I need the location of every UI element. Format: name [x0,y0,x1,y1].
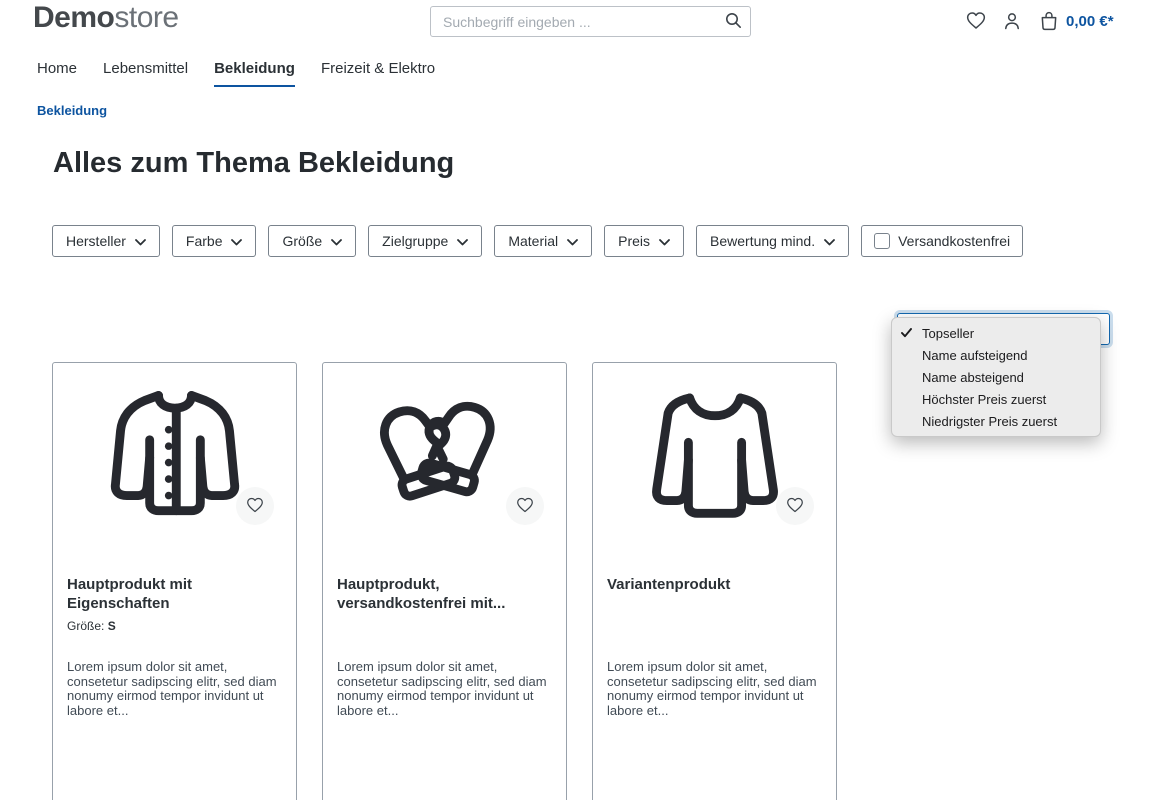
page-title: Alles zum Thema Bekleidung [53,147,454,180]
mittens-icon [369,379,521,536]
product-card[interactable]: Hauptprodukt mit Eigenschaften Größe: S … [52,362,297,800]
sort-option-label: Topseller [922,326,974,341]
wishlist-toggle-button[interactable] [506,487,544,525]
product-variant: Größe: S [67,619,116,633]
heart-icon [516,497,534,516]
shipping-free-checkbox[interactable] [874,233,890,249]
heart-icon [966,11,986,33]
cart-total[interactable]: 0,00 €* [1066,13,1114,30]
product-description: Lorem ipsum dolor sit amet, consetetur s… [67,660,283,718]
chevron-down-icon [135,233,146,249]
nav-item-lebensmittel[interactable]: Lebensmittel [103,60,188,87]
chevron-down-icon [824,233,835,249]
filter-bar: Hersteller Farbe Größe Zielgruppe Materi… [52,225,1023,257]
chevron-down-icon [659,233,670,249]
variant-label: Größe: [67,619,104,633]
shipping-free-label: Versandkostenfrei [898,233,1010,249]
filter-material[interactable]: Material [494,225,592,257]
sort-option-label: Name aufsteigend [922,348,1028,363]
check-icon [901,326,912,341]
wishlist-toggle-button[interactable] [776,487,814,525]
sort-option-label: Niedrigster Preis zuerst [922,414,1057,429]
wishlist-toggle-button[interactable] [236,487,274,525]
product-card[interactable]: Variantenprodukt Lorem ipsum dolor sit a… [592,362,837,800]
filter-label: Zielgruppe [382,233,448,249]
shopping-bag-icon [1039,11,1059,34]
sort-option-price-asc[interactable]: Niedrigster Preis zuerst [892,410,1100,432]
filter-preis[interactable]: Preis [604,225,684,257]
product-title[interactable]: Hauptprodukt, versandkostenfrei mit... [337,575,542,613]
logo-light-part: store [114,1,178,34]
filter-groesse[interactable]: Größe [268,225,356,257]
nav-item-bekleidung[interactable]: Bekleidung [214,60,295,87]
jacket-icon [99,379,251,536]
filter-label: Größe [282,233,322,249]
variant-value: S [108,619,116,633]
chevron-down-icon [567,233,578,249]
user-icon [1002,11,1022,34]
storefront-page: Demostore 0,00 €* Home Lebensmittel Bekl… [0,0,1164,800]
filter-versandkostenfrei[interactable]: Versandkostenfrei [861,225,1023,257]
search-bar [430,6,751,37]
account-button[interactable] [1001,11,1023,33]
filter-label: Bewertung mind. [710,233,815,249]
filter-hersteller[interactable]: Hersteller [52,225,160,257]
product-card[interactable]: Hauptprodukt, versandkostenfrei mit... L… [322,362,567,800]
search-input[interactable] [431,14,716,30]
chevron-down-icon [231,233,242,249]
filter-bewertung[interactable]: Bewertung mind. [696,225,849,257]
search-submit-button[interactable] [716,7,750,36]
sort-option-name-asc[interactable]: Name aufsteigend [892,344,1100,366]
sort-option-price-desc[interactable]: Höchster Preis zuerst [892,388,1100,410]
filter-label: Preis [618,233,650,249]
chevron-down-icon [457,233,468,249]
product-title[interactable]: Variantenprodukt [607,575,812,594]
sort-option-topseller[interactable]: Topseller [892,322,1100,344]
wishlist-button[interactable] [965,11,987,33]
filter-label: Farbe [186,233,223,249]
sort-option-label: Name absteigend [922,370,1024,385]
product-description: Lorem ipsum dolor sit amet, consetetur s… [607,660,823,718]
sort-option-label: Höchster Preis zuerst [922,392,1046,407]
filter-zielgruppe[interactable]: Zielgruppe [368,225,482,257]
sweater-icon [639,379,791,536]
main-navigation: Home Lebensmittel Bekleidung Freizeit & … [37,60,435,87]
chevron-down-icon [331,233,342,249]
product-description: Lorem ipsum dolor sit amet, consetetur s… [337,660,553,718]
filter-farbe[interactable]: Farbe [172,225,257,257]
nav-item-freizeit-elektro[interactable]: Freizeit & Elektro [321,60,435,87]
heart-icon [786,497,804,516]
search-icon [725,12,742,32]
product-title[interactable]: Hauptprodukt mit Eigenschaften [67,575,272,613]
filter-label: Material [508,233,558,249]
sort-option-name-desc[interactable]: Name absteigend [892,366,1100,388]
store-logo[interactable]: Demostore [33,1,179,35]
sort-dropdown-menu: Topseller Name aufsteigend Name absteige… [891,317,1101,437]
cart-button[interactable] [1038,11,1060,33]
heart-icon [246,497,264,516]
nav-item-home[interactable]: Home [37,60,77,87]
filter-label: Hersteller [66,233,126,249]
logo-bold-part: Demo [33,1,114,34]
breadcrumb[interactable]: Bekleidung [37,103,107,118]
